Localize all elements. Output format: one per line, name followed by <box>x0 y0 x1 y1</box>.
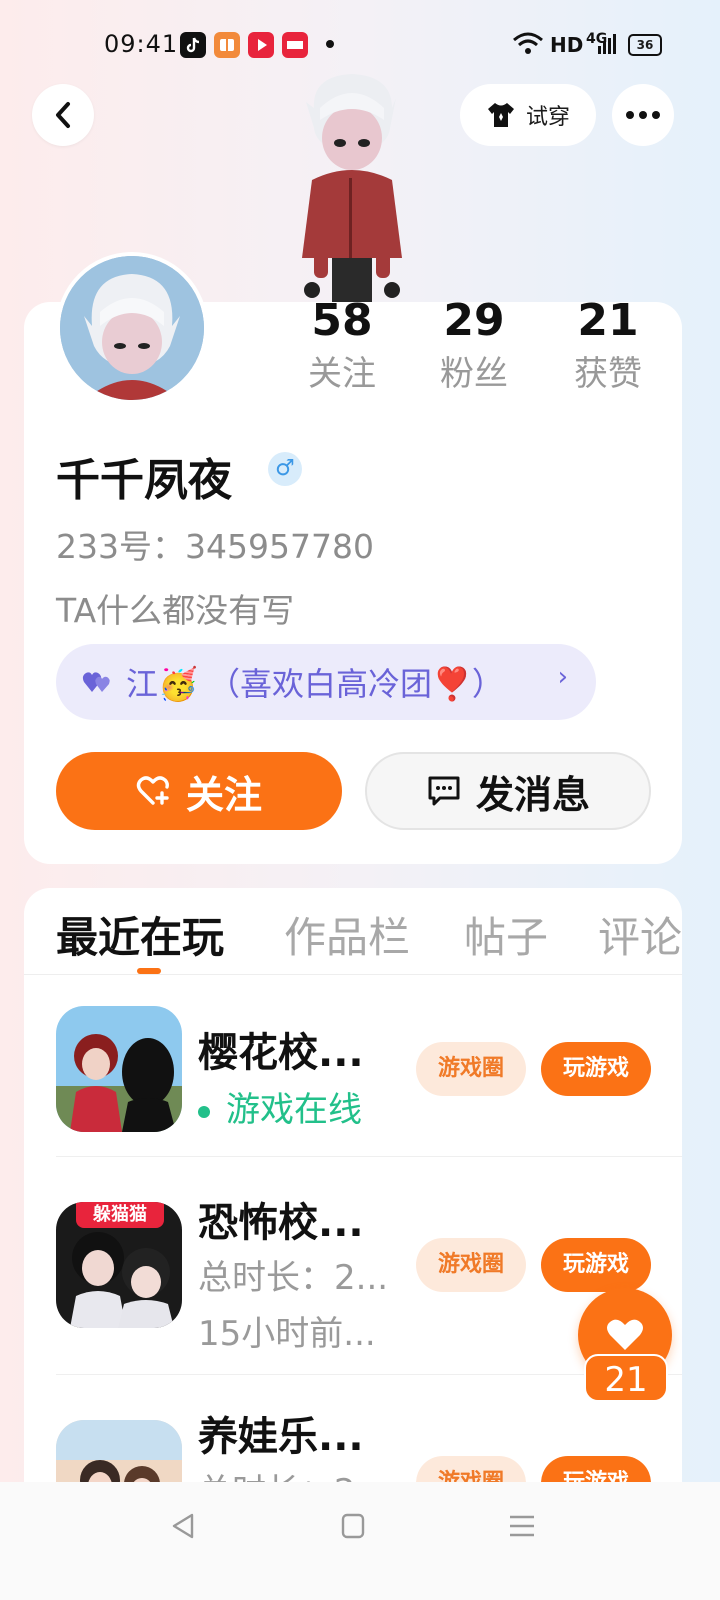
game-icon-horror-school[interactable]: 躲猫猫 <box>56 1202 182 1328</box>
like-count-badge: 21 <box>584 1354 668 1402</box>
more-dot-icon <box>652 111 660 119</box>
game-icon-baby-care[interactable] <box>56 1420 182 1482</box>
send-message-label: 发消息 <box>475 772 590 817</box>
game-icon-sakura-school[interactable] <box>56 1006 182 1132</box>
game-circle-button[interactable]: 游戏圈 <box>416 1238 526 1292</box>
tshirt-icon <box>487 103 514 127</box>
game-title[interactable]: 樱花校... <box>198 1020 364 1078</box>
system-nav-bar <box>0 1482 720 1600</box>
game-circle-button[interactable]: 游戏圈 <box>416 1042 526 1096</box>
heart-plus-icon <box>136 776 169 805</box>
stat-following[interactable]: 58 关注 <box>282 295 402 395</box>
try-on-button[interactable]: 试穿 <box>460 84 596 146</box>
more-options-button[interactable] <box>612 84 674 146</box>
game-playtime: 总时长：2... <box>198 1258 389 1298</box>
stat-likes-label: 获赞 <box>574 354 642 394</box>
game-playtime: 总时长：2 <box>198 1464 356 1482</box>
nav-menu-icon[interactable] <box>508 1514 536 1538</box>
more-dot-icon <box>639 111 647 119</box>
nav-back-icon[interactable] <box>170 1512 196 1540</box>
stat-likes-count: 21 <box>577 295 639 346</box>
play-game-button[interactable]: 玩游戏 <box>541 1042 651 1096</box>
back-button[interactable] <box>32 84 94 146</box>
online-dot-icon <box>198 1105 210 1118</box>
stat-following-label: 关注 <box>308 354 376 394</box>
tab-posts[interactable]: 帖子 <box>464 904 548 965</box>
relationship-tag[interactable]: 江🥳 （喜欢白高冷团❣️） › <box>56 644 596 720</box>
game-online-status: 游戏在线 <box>198 1082 362 1131</box>
follow-label: 关注 <box>185 772 262 817</box>
send-message-button[interactable]: 发消息 <box>365 752 651 830</box>
heart-icon <box>607 1319 643 1350</box>
more-dot-icon <box>626 111 634 119</box>
chevron-right-icon: › <box>557 662 568 692</box>
news-app-icon <box>282 32 308 58</box>
try-on-label: 试穿 <box>525 105 570 130</box>
bio: TA什么都没有写 <box>56 591 295 630</box>
nav-home-icon[interactable] <box>340 1512 366 1540</box>
stat-fans-label: 粉丝 <box>440 354 508 394</box>
game-last-played: 15小时前... <box>198 1314 376 1354</box>
tiktok-icon <box>180 32 206 58</box>
male-gender-icon: ♂ <box>268 452 302 486</box>
stat-fans[interactable]: 29 粉丝 <box>414 295 534 395</box>
stat-fans-count: 29 <box>443 295 505 346</box>
game-badge: 躲猫猫 <box>76 1202 164 1228</box>
row-divider <box>56 1156 682 1157</box>
play-game-button[interactable]: 玩游戏 <box>541 1238 651 1292</box>
stat-following-count: 58 <box>311 295 373 346</box>
tab-divider <box>24 974 682 975</box>
avatar-3d-character[interactable] <box>292 68 412 304</box>
game-status-text: 游戏在线 <box>226 1090 362 1130</box>
signal-icon <box>598 34 616 54</box>
play-game-button[interactable]: 玩游戏 <box>541 1456 651 1482</box>
video-app-icon <box>248 32 274 58</box>
tab-works[interactable]: 作品栏 <box>284 904 410 965</box>
notification-dot-icon <box>326 40 334 48</box>
game-circle-button[interactable]: 游戏圈 <box>416 1456 526 1482</box>
back-arrow-icon <box>56 102 70 128</box>
avatar[interactable] <box>60 256 204 400</box>
game-title[interactable]: 养娃乐... <box>198 1404 364 1462</box>
network-type-label: HD <box>550 33 584 57</box>
stat-likes[interactable]: 21 获赞 <box>548 295 668 395</box>
reader-app-icon <box>214 32 240 58</box>
tab-comments[interactable]: 评论 <box>598 904 682 965</box>
tab-recently-played[interactable]: 最近在玩 <box>56 904 224 965</box>
status-time: 09:41 <box>104 30 179 58</box>
follow-button[interactable]: 关注 <box>56 752 342 830</box>
chat-bubble-icon <box>428 776 460 806</box>
user-id[interactable]: 233号：345957780 <box>56 520 374 568</box>
wifi-icon <box>513 32 543 54</box>
relationship-tag-text: 江🥳 （喜欢白高冷团❣️） <box>126 665 504 703</box>
nickname: 千千夙夜 <box>56 455 232 506</box>
double-heart-icon <box>82 672 110 692</box>
battery-icon: 36 <box>628 34 662 56</box>
game-title[interactable]: 恐怖校... <box>198 1190 364 1248</box>
